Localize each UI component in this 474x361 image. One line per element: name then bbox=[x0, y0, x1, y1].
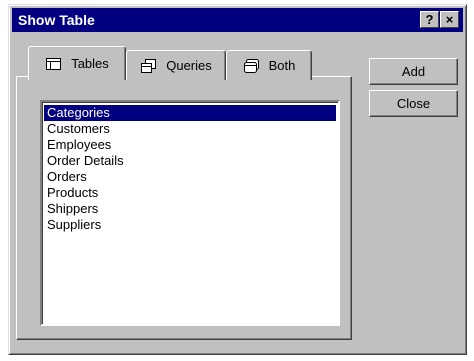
tab-queries[interactable]: Queries bbox=[126, 50, 226, 80]
window-title: Show Table bbox=[18, 12, 95, 28]
tab-tables-label: Tables bbox=[71, 56, 109, 71]
add-button[interactable]: Add bbox=[369, 58, 458, 85]
add-button-label: Add bbox=[401, 64, 426, 79]
tab-tables[interactable]: Tables bbox=[28, 46, 126, 80]
query-icon bbox=[141, 58, 157, 73]
list-item[interactable]: Categories bbox=[44, 105, 336, 121]
list-item[interactable]: Customers bbox=[44, 121, 336, 137]
table-list[interactable]: Categories Customers Employees Order Det… bbox=[40, 100, 340, 326]
close-button-label: Close bbox=[396, 96, 431, 111]
list-item[interactable]: Employees bbox=[44, 137, 336, 153]
both-icon bbox=[243, 58, 259, 73]
close-window-button[interactable]: × bbox=[440, 11, 459, 28]
tab-both-label: Both bbox=[268, 58, 296, 73]
list-item[interactable]: Orders bbox=[44, 169, 336, 185]
close-button[interactable]: Close bbox=[369, 90, 458, 117]
table-icon bbox=[46, 57, 62, 70]
help-button[interactable]: ? bbox=[420, 11, 439, 28]
list-item[interactable]: Products bbox=[44, 185, 336, 201]
list-item[interactable]: Suppliers bbox=[44, 217, 336, 233]
list-item[interactable]: Order Details bbox=[44, 153, 336, 169]
title-bar[interactable]: Show Table ? × bbox=[12, 8, 463, 32]
list-item[interactable]: Shippers bbox=[44, 201, 336, 217]
tab-both[interactable]: Both bbox=[226, 50, 312, 80]
tab-queries-label: Queries bbox=[166, 58, 212, 73]
